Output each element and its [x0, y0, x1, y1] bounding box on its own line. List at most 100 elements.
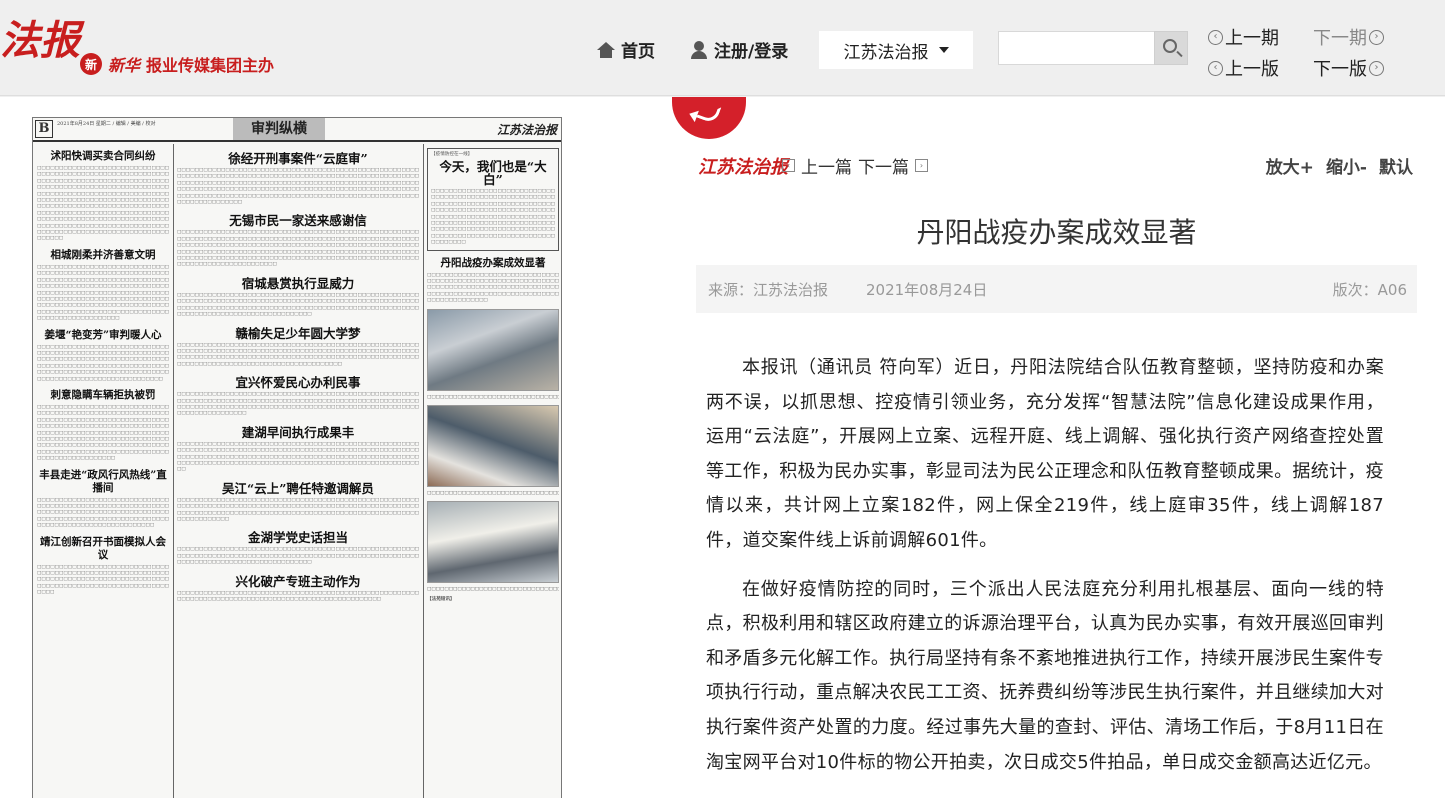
return-arrow-icon [694, 99, 722, 125]
chevron-right-icon: › [915, 159, 928, 172]
article-paragraph: 在做好疫情防控的同时，三个派出人民法庭充分利用扎根基层、面向一线的特点，积极利用… [706, 578, 1384, 773]
page-text-block: □□□□□□□□□□□□□□□□□□□□□□□□□□□□□□□□□□□□□□□□… [427, 272, 559, 304]
search-button[interactable] [1154, 31, 1188, 65]
page-headline[interactable]: 建湖早间执行成果丰 [177, 426, 419, 439]
page-headline[interactable]: 宜兴怀爱民心办利民事 [177, 376, 419, 389]
article-panel: 江苏法治报 ‹ 上一篇 下一篇 › 放大+ 缩小- 默认 丹阳战疫办案成效显著 … [668, 97, 1445, 798]
page-meta: 2021年8月24日 星期二 / 编辑 / 美编 / 校对 [57, 121, 156, 127]
font-size-controls: 放大+ 缩小- 默认 [1266, 153, 1413, 178]
chevron-right-circle-icon: › [1369, 29, 1384, 45]
page-text-block: □□□□□□□□□□□□□□□□□□□□□□□□□□□□□□□□□□□□□□□□… [37, 564, 169, 596]
page-photo-caption: □□□□□□□□□□□□□□□□□□□□□□□□□□□□□□□□□□ [427, 490, 559, 496]
page-text-block: □□□□□□□□□□□□□□□□□□□□□□□□□□□□□□□□□□□□□□□□… [177, 547, 419, 566]
page-headline[interactable]: 宿城悬赏执行显威力 [177, 277, 419, 290]
page-headline[interactable]: 吴江“云上”聘任特邀调解员 [177, 482, 419, 495]
next-issue-link[interactable]: 下一期 › [1313, 24, 1384, 50]
page-headline[interactable]: 相城刚柔并济善意文明 [37, 249, 169, 262]
page-text-block: □□□□□□□□□□□□□□□□□□□□□□□□□□□□□□□□□□□□□□□□… [37, 344, 169, 382]
page-text-block: □□□□□□□□□□□□□□□□□□□□□□□□□□□□□□□□□□□□□□□□… [177, 590, 419, 603]
site-logo[interactable]: 法报 [0, 8, 80, 66]
article-paragraph: 本报讯（通讯员 符向军）近日，丹阳法院结合队伍教育整顿，坚持防疫和办案两不误，以… [706, 357, 1384, 551]
page-letter: B [35, 120, 53, 138]
article-pager: ‹ 上一篇 下一篇 › [782, 153, 928, 178]
prev-issue-label: 上一期 [1225, 28, 1279, 49]
article-logo: 江苏法治报 [698, 157, 788, 178]
caret-down-icon [938, 47, 949, 53]
page-headline[interactable]: 姜堰“艳变芳”审判暖人心 [37, 329, 169, 342]
page-headline[interactable]: 靖江创新召开书面模拟人会议 [37, 536, 169, 562]
user-icon [690, 40, 708, 59]
page-photo-caption: □□□□□□□□□□□□□□□□□□□□□□□□□□□□□□□□□□□□ [427, 586, 559, 592]
page-kicker: 【疫情防控在一线】 [431, 152, 473, 157]
page-headline[interactable]: 兴化破产专班主动作为 [177, 575, 419, 588]
column-divider [423, 144, 424, 798]
page-headline[interactable]: 今天，我们也是“大白” [431, 160, 555, 186]
prev-article-link[interactable]: 上一篇 [801, 153, 852, 178]
page-text-block: □□□□□□□□□□□□□□□□□□□□□□□□□□□□□□□□□□□□□□□□… [177, 292, 419, 318]
article-edition: 版次：A06 [1332, 281, 1407, 299]
home-link[interactable]: 首页 [597, 37, 655, 62]
back-button[interactable] [672, 97, 746, 139]
next-page-label: 下一版 [1313, 59, 1367, 80]
page-text-block: □□□□□□□□□□□□□□□□□□□□□□□□□□□□□□□□□□□□□□□□… [177, 441, 419, 473]
zoom-in-button[interactable]: 放大+ [1266, 153, 1314, 178]
newspaper-page-image[interactable]: B 2021年8月24日 星期二 / 编辑 / 美编 / 校对 审判纵横 江苏法… [32, 117, 562, 798]
page-headline[interactable]: 赣榆失足少年圆大学梦 [177, 327, 419, 340]
register-login-link[interactable]: 注册/登录 [690, 37, 788, 62]
zoom-reset-button[interactable]: 默认 [1379, 153, 1413, 178]
page-headline[interactable]: 金湖学党史话担当 [177, 531, 419, 544]
prev-page-label: 上一版 [1225, 59, 1279, 80]
page-text-block: □□□□□□□□□□□□□□□□□□□□□□□□□□□□□□□□□□□□□□□□… [37, 404, 169, 462]
page-headline[interactable]: 无锡市民一家送来感谢信 [177, 214, 419, 227]
prev-page-link[interactable]: ‹ 上一版 [1208, 55, 1279, 81]
page-headline[interactable]: 丰县走进“政风行风热线”直播间 [37, 469, 169, 495]
chevron-left-circle-icon: ‹ [1208, 29, 1223, 45]
page-text-block: □□□□□□□□□□□□□□□□□□□□□□□□□□□□□□□□□□□□□□□□… [177, 497, 419, 522]
search-input[interactable] [998, 31, 1154, 65]
zoom-out-button[interactable]: 缩小- [1326, 153, 1367, 178]
next-page-link[interactable]: 下一版 › [1313, 55, 1384, 81]
page-photo [427, 404, 559, 487]
page-header: B 2021年8月24日 星期二 / 编辑 / 美编 / 校对 审判纵横 江苏法… [33, 118, 561, 142]
page-headline[interactable]: 沭阳快调买卖合同纠纷 [37, 150, 169, 163]
page-text-block: □□□□□□□□□□□□□□□□□□□□□□□□□□□□□□□□□□□□□□□□… [177, 230, 419, 268]
page-column-2: 徐经开刑事案件“云庭审” □□□□□□□□□□□□□□□□□□□□□□□□□□□… [177, 144, 419, 798]
page-text-block: □□□□□□□□□□□□□□□□□□□□□□□□□□□□□□□□□□□□□□□□… [37, 166, 169, 242]
page-text-block: □□□□□□□□□□□□□□□□□□□□□□□□□□□□□□□□□□□□□□□□… [177, 342, 419, 367]
page-headline[interactable]: 徐经开刑事案件“云庭审” [177, 152, 419, 165]
article-date: 2021年08月24日 [866, 281, 988, 299]
page-headline-current[interactable]: 丹阳战疫办案成效显著 [427, 257, 559, 270]
chevron-right-circle-icon: › [1369, 60, 1384, 76]
column-divider [173, 144, 174, 798]
next-article-link[interactable]: 下一篇 [858, 153, 909, 178]
page-photo [427, 308, 559, 391]
page-photo-caption: □□□□□□□□□□□□□□□□□□□□□□□□□□□□□□□□□□□□□□□□… [427, 394, 559, 400]
publisher-logo-icon: 新 [80, 53, 102, 75]
article-meta-bar: 来源：江苏法治报 2021年08月24日 版次：A06 [696, 265, 1417, 313]
chevron-left-icon: ‹ [782, 159, 795, 172]
page-photo [427, 500, 559, 583]
register-login-label: 注册/登录 [714, 42, 789, 62]
home-label: 首页 [621, 42, 655, 62]
top-header: 法报 新 新华 报业传媒集团主办 首页 注册/登录 江苏法治报 ‹ 上一期 下一… [0, 0, 1445, 96]
paper-select-value: 江苏法治报 [843, 42, 929, 63]
publisher-brand: 新华 [108, 56, 141, 75]
page-section-title: 审判纵横 [233, 118, 325, 140]
page-text-block: □□□□□□□□□□□□□□□□□□□□□□□□□□□□□□□□□□□□□□□□… [37, 497, 169, 529]
page-text-block: □□□□□□□□□□□□□□□□□□□□□□□□□□□□□□□□□□□□□□□□… [37, 264, 169, 322]
page-headline[interactable]: 刺意隐瞒车辆拒执被罚 [37, 389, 169, 402]
chevron-left-circle-icon: ‹ [1208, 60, 1223, 76]
page-text-block: □□□□□□□□□□□□□□□□□□□□□□□□□□□□□□□□□□□□□□□□… [177, 168, 419, 206]
article-body: 本报讯（通讯员 符向军）近日，丹阳法院结合队伍教育整顿，坚持防疫和办案两不误，以… [706, 351, 1384, 794]
page-text-block: □□□□□□□□□□□□□□□□□□□□□□□□□□□□□□□□□□□□□□□□… [431, 189, 555, 246]
search-icon [1163, 39, 1177, 53]
prev-issue-link[interactable]: ‹ 上一期 [1208, 24, 1279, 50]
page-column-3: 【疫情防控在一线】 今天，我们也是“大白” □□□□□□□□□□□□□□□□□□… [427, 144, 559, 798]
next-issue-label: 下一期 [1313, 28, 1367, 49]
page-kicker: 【法苑短讯】 [427, 596, 455, 602]
publisher-info: 新 新华 报业传媒集团主办 [80, 52, 274, 76]
page-boxed-story: 【疫情防控在一线】 今天，我们也是“大白” □□□□□□□□□□□□□□□□□□… [427, 148, 559, 251]
home-icon [597, 41, 615, 58]
paper-select-dropdown[interactable]: 江苏法治报 [819, 31, 973, 69]
page-text-block: □□□□□□□□□□□□□□□□□□□□□□□□□□□□□□□□□□□□□□□□… [177, 392, 419, 417]
